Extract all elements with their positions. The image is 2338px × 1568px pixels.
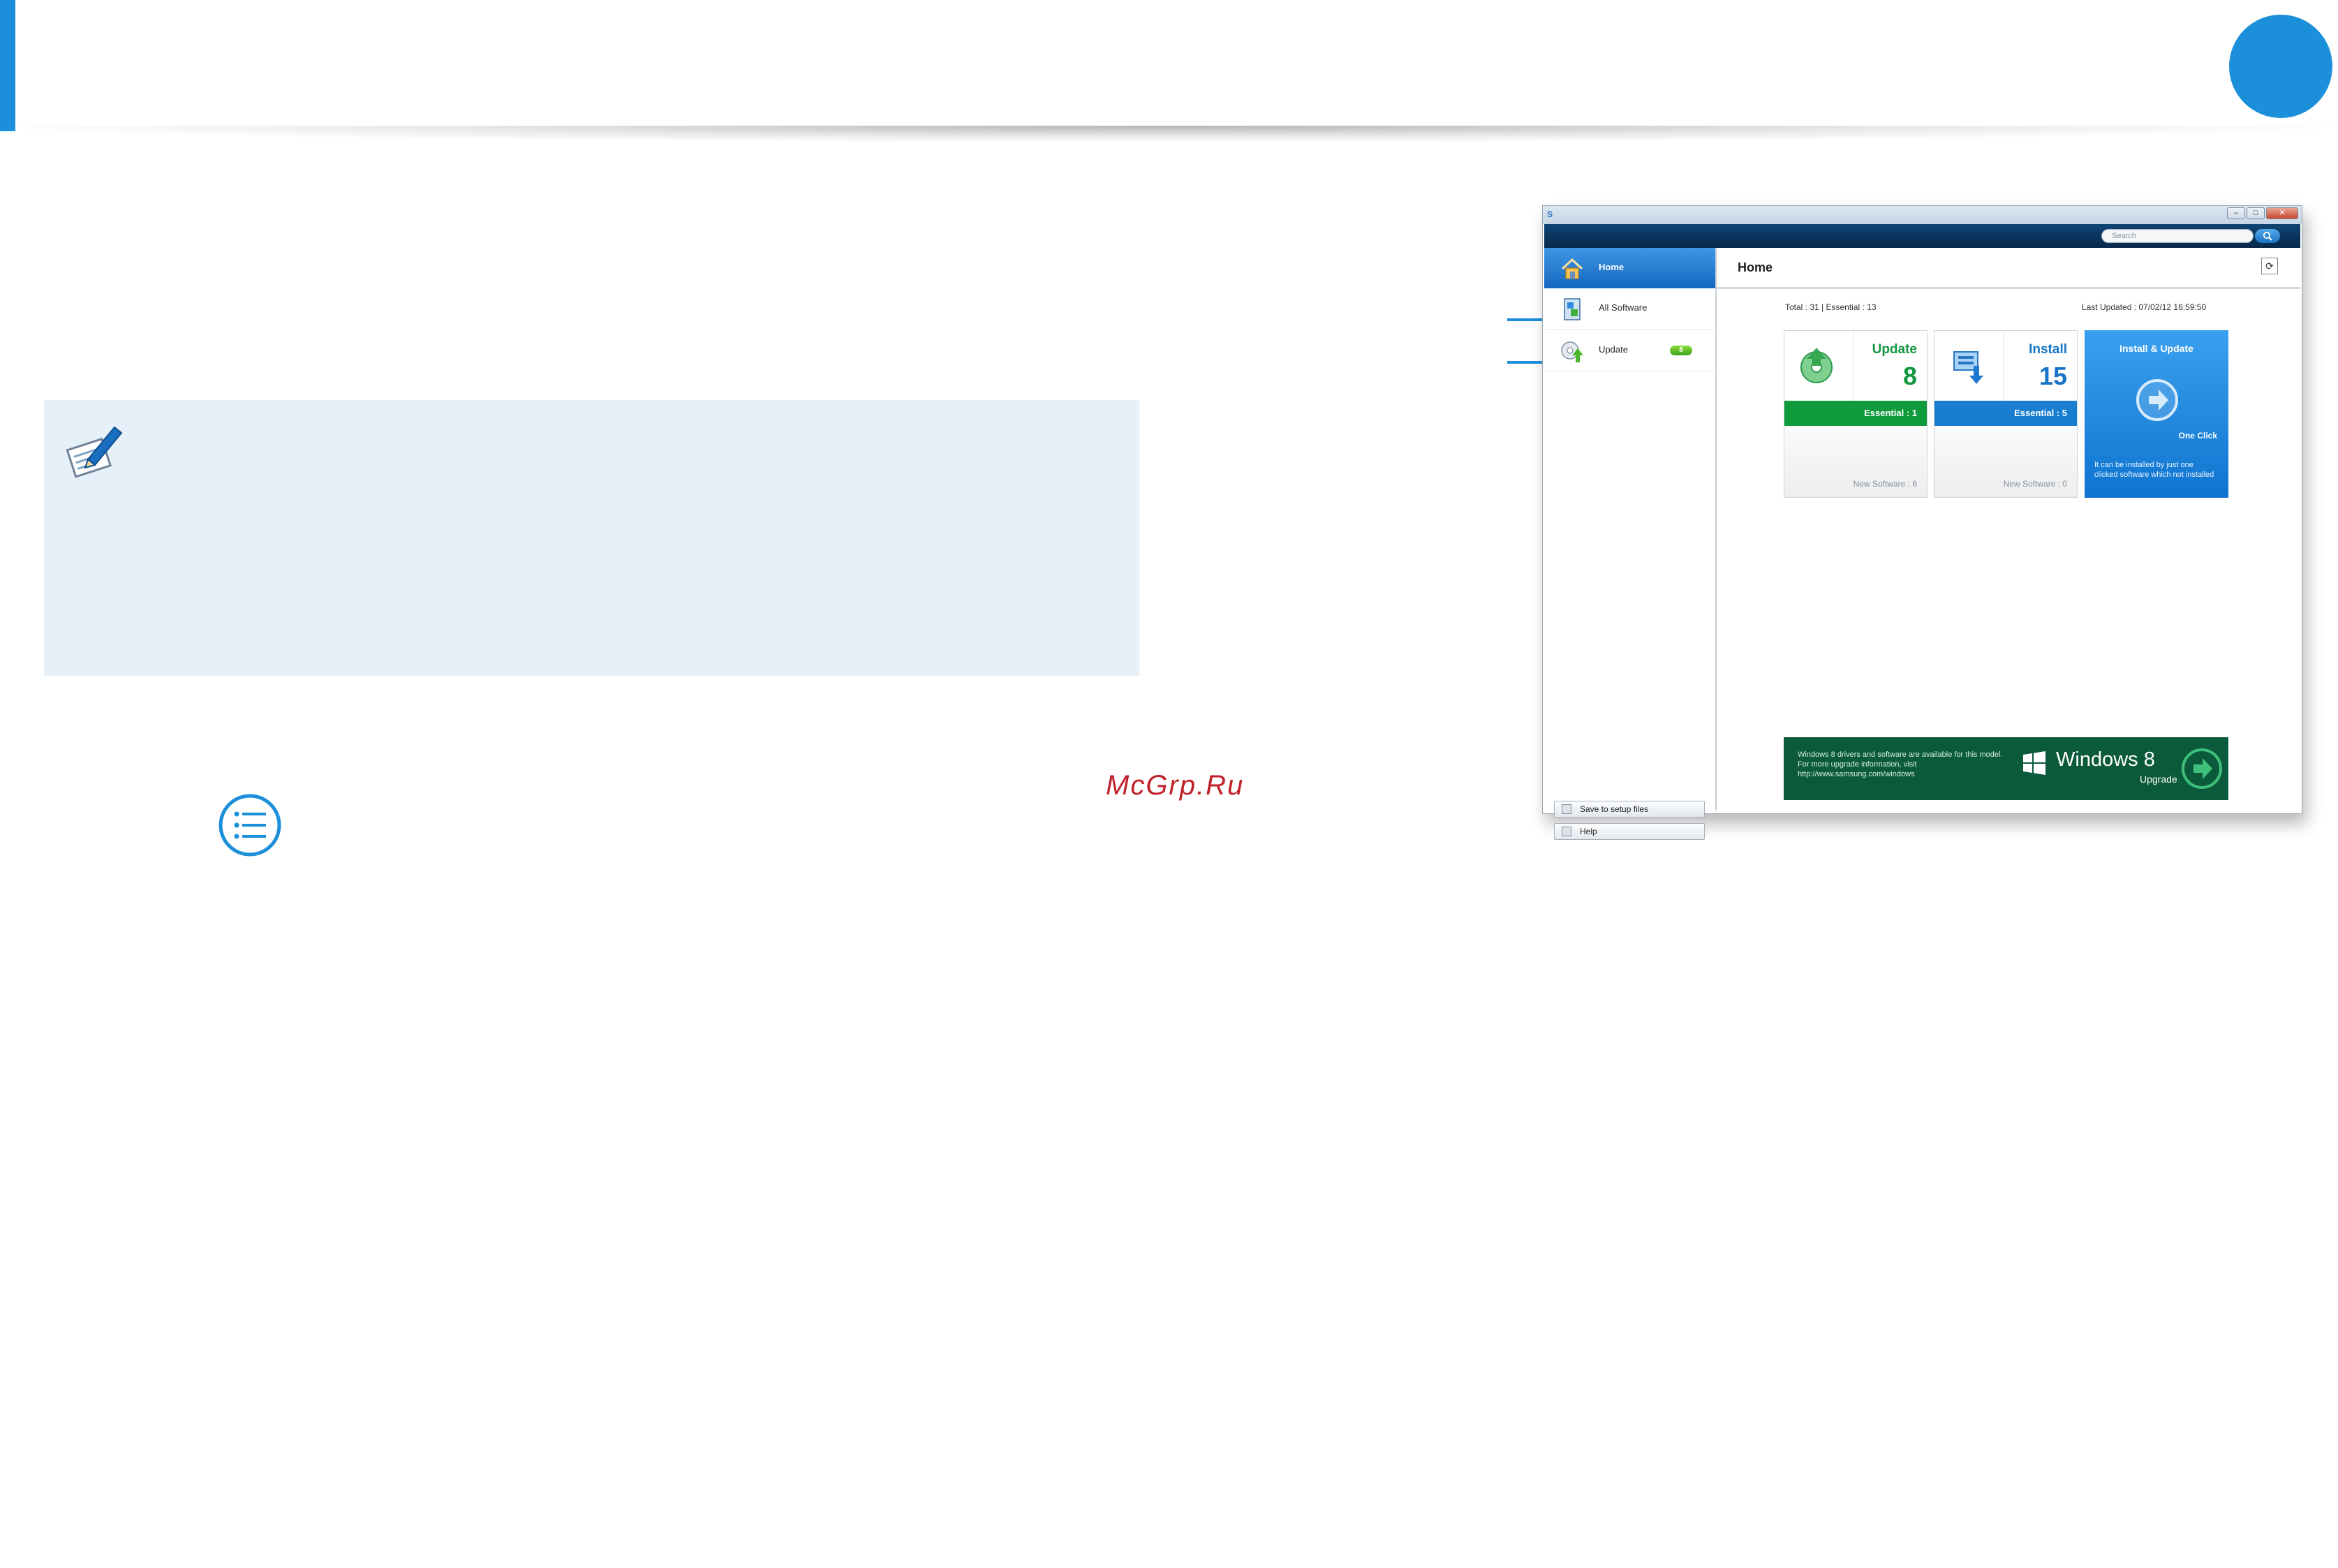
install-icon [1953,351,1983,384]
sidebar-item-all-software[interactable]: All Software [1544,288,1715,330]
note-pencil-icon [66,426,123,478]
tile-divider [2003,331,2004,401]
essential-bar: Essential : 5 [1934,401,2077,426]
minimize-button[interactable]: – [2227,207,2245,219]
last-updated-stat: Last Updated : 07/02/12 16:59:50 [2082,302,2207,312]
sidebar-item-label: Home [1599,262,1625,272]
home-icon [1561,258,1583,279]
help-label: Help [1580,827,1597,836]
app-logo-icon: S [1547,209,1553,219]
window-titlebar[interactable]: S – □ ✕ [1543,206,2302,224]
sidebar-item-label: All Software [1599,302,1648,313]
watermark-text: McGrp.Ru [1106,770,1245,801]
save-to-setup-files-button[interactable]: Save to setup files [1554,801,1705,818]
update-disc-icon [1800,348,1833,383]
sidebar-item-home[interactable]: Home [1544,248,1715,288]
maximize-button[interactable]: □ [2247,207,2265,219]
arrow-right-icon [2182,748,2222,789]
windows-8-upgrade-banner[interactable]: Windows 8 drivers and software are avail… [1784,737,2228,800]
sidebar: Home All Software Update 8 Save to setup… [1544,248,1717,840]
header-shadow-rule [0,126,2338,142]
save-icon [1562,804,1571,814]
search-button[interactable] [2255,229,2280,243]
tile-count: 8 [1902,362,1917,390]
menu-list-icon[interactable] [218,793,282,857]
help-icon [1562,827,1571,836]
one-click-label: One Click [2178,431,2217,441]
refresh-icon[interactable]: ⟳ [2261,258,2278,274]
main-header: Home ⟳ [1717,248,2300,289]
search-icon [2263,231,2272,241]
tile-divider [1853,331,1854,401]
arrow-right-icon [2136,379,2178,421]
tile-title: Install [2029,342,2067,357]
windows-logo-icon [2023,751,2045,775]
app-window: S – □ ✕ Search Home All Software Update … [1542,205,2302,840]
upgrade-label: Upgrade [2140,774,2177,785]
left-accent-bar [0,0,15,131]
note-box [44,400,1139,676]
search-input[interactable]: Search [2101,229,2254,243]
all-software-icon [1564,298,1581,320]
tile-title: Install & Update [2119,343,2193,354]
total-stats: Total : 31 | Essential : 13 [1785,302,1877,312]
new-software-count: New Software : 6 [1853,479,1917,489]
tile-count: 15 [2039,362,2067,390]
help-button[interactable]: Help [1554,823,1705,840]
page-title: Home [1738,260,1773,274]
new-software-count: New Software : 0 [2003,479,2067,489]
update-count-badge: 8 [1670,346,1692,355]
install-and-update-tile[interactable]: Install & Update One Click It can be ins… [2085,330,2228,498]
one-click-description: It can be installed by just one clicked … [2094,461,2214,479]
install-tile[interactable]: Install 15 Essential : 5 New Software : … [1934,330,2078,498]
tile-title: Update [1872,342,1917,357]
save-to-setup-files-label: Save to setup files [1580,804,1649,814]
update-icon [1561,341,1583,362]
sidebar-item-label: Update [1599,344,1628,355]
essential-bar: Essential : 1 [1784,401,1927,426]
windows-8-label: Windows 8 [2056,748,2155,771]
sidebar-item-update[interactable]: Update 8 [1544,330,1715,371]
main-panel: Home ⟳ Total : 31 | Essential : 13 Last … [1717,248,2300,811]
top-bar: Search [1544,224,2300,248]
chapter-marker-circle [2229,15,2332,118]
update-tile[interactable]: Update 8 Essential : 1 New Software : 6 [1784,330,1928,498]
banner-description: Windows 8 drivers and software are avail… [1798,750,2003,778]
close-button[interactable]: ✕ [2266,207,2298,219]
